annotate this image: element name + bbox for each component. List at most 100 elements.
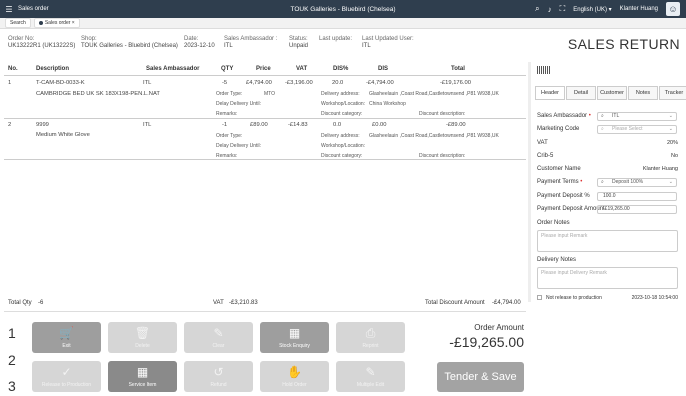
delay-label: Delay Delivery Until: (216, 101, 262, 107)
sales-amb-label: Sales Ambassador • (537, 113, 591, 119)
hand-icon: ✋ (287, 365, 302, 379)
row-divider (4, 159, 526, 160)
col-no: No. (8, 66, 18, 72)
row-no: 2 (8, 122, 12, 128)
row-code: T-CAM-BD-0033-K (36, 80, 85, 86)
vat-label: VAT (537, 140, 548, 146)
vat-total: -£3,210.83 (229, 300, 258, 306)
terms-select[interactable]: ⌕ Deposit 100% ⌄ (597, 178, 677, 187)
row-label-3: 3 (8, 378, 16, 394)
order-type-label: Order Type: (216, 91, 243, 97)
user-name[interactable]: Klanter Huang (620, 6, 658, 12)
row-price: £89.00 (250, 122, 268, 128)
delete-button[interactable]: 🗑 Delete (108, 322, 177, 353)
row-dis: £0.00 (372, 122, 387, 128)
terms-label: Payment Terms • (537, 179, 583, 185)
language-select[interactable]: English (UK) ▾ (573, 6, 611, 13)
shop: Shop: TOUK Galleries - Bluebird (Chelsea) (81, 36, 178, 49)
tab-tracker[interactable]: Tracker (659, 86, 686, 100)
release-to-production-button[interactable]: ✓ Release to Production (32, 361, 101, 392)
remarks-label: Remarks: (216, 111, 238, 117)
row-dis-pct[interactable]: 0.0 (333, 122, 341, 128)
search-icon[interactable]: ⌕ (535, 4, 539, 14)
app-title: Sales order (18, 6, 49, 12)
row-total: -£89.00 (446, 122, 466, 128)
customer-value: Klanter Huang (642, 166, 678, 172)
delivery-label: Delivery address: (321, 133, 360, 139)
order-notes-textarea[interactable]: Please input Remark (537, 230, 678, 252)
multiple-edit-button[interactable]: ✎ Multiple Edit (336, 361, 405, 392)
col-dis: DIS (378, 66, 389, 72)
row-vat: -£3,196.00 (285, 80, 313, 86)
row-qty[interactable]: -1 (222, 122, 227, 128)
deposit-pct-label: Payment Deposit % (537, 193, 590, 199)
search-icon: ⌕ (601, 179, 604, 185)
row-price: £4,794.00 (246, 80, 272, 86)
col-total: Total (451, 66, 465, 72)
totals-divider (4, 311, 526, 312)
hamburger-menu-icon[interactable]: ☰ (0, 5, 18, 14)
total-qty: -6 (38, 300, 44, 306)
tab-detail[interactable]: Detail (566, 86, 596, 100)
vat-value: 20% (666, 140, 678, 146)
delivery-notes-textarea[interactable]: Please input Delivery Remark (537, 267, 678, 289)
row-amb: ITL (143, 80, 152, 86)
order-type-label: Order Type: (216, 133, 243, 139)
discount-description-label: Discount description: (419, 111, 466, 117)
deposit-amt-label: Payment Deposit Amount (537, 206, 605, 212)
refund-button[interactable]: ↺ Refund (184, 361, 253, 392)
hold-order-button[interactable]: ✋ Hold Order (260, 361, 329, 392)
crib-label: Crib-5 (537, 153, 554, 159)
tab-customer[interactable]: Customer (597, 86, 627, 100)
refund-icon: ↺ (213, 365, 224, 379)
order-amount-label: Order Amount (474, 323, 524, 332)
reprint-button[interactable]: ⎙ Reprint (336, 322, 405, 353)
grid-icon: ▦ (288, 326, 301, 340)
avatar[interactable]: ☺ (666, 2, 680, 16)
exit-button[interactable]: 🛒 Exit (32, 322, 101, 353)
grid-icon: ▦ (136, 365, 149, 379)
marketing-select[interactable]: ⌕ Please Select ⌄ (597, 125, 677, 134)
tab-sales-order[interactable]: Sales order × (33, 18, 80, 28)
tender-save-button[interactable]: Tender & Save (437, 362, 524, 392)
table-scrollbar[interactable] (528, 62, 531, 302)
page-title: SALES RETURN (567, 36, 680, 52)
row-amb: ITL (143, 122, 152, 128)
fullscreen-icon[interactable]: ⛶ (560, 4, 566, 14)
printer-icon: ⎙ (365, 326, 376, 340)
marketing-label: Marketing Code (537, 126, 580, 132)
clear-button[interactable]: ✎ Clear (184, 322, 253, 353)
workshop-label: Workshop/Location: (321, 143, 366, 149)
col-vat: VAT (296, 66, 308, 72)
row-label-2: 2 (8, 352, 16, 368)
edit-icon: ✎ (365, 365, 376, 379)
tab-notes[interactable]: Notes (628, 86, 658, 100)
crib-value: No (670, 153, 678, 159)
chevron-down-icon: ⌄ (668, 113, 673, 119)
row-label-1: 1 (8, 325, 16, 341)
row-code: 9999 (36, 122, 49, 128)
header-divider (4, 75, 526, 76)
row-qty[interactable]: -5 (222, 80, 227, 86)
tab-search[interactable]: Search (5, 18, 31, 28)
workshop: China Workshop (369, 101, 406, 107)
col-description: Description (36, 66, 70, 72)
order-no: Order No: UK13222R1 (UK13222S) (8, 36, 76, 49)
delay-label: Delay Delivery Until: (216, 143, 262, 149)
last-updated-user: Last Updated User: ITL (362, 36, 414, 49)
bell-icon[interactable]: ♪ (548, 5, 552, 14)
service-item-button[interactable]: ▦ Service Item (108, 361, 177, 392)
stock-enquiry-button[interactable]: ▦ Stock Enquiry (260, 322, 329, 353)
total-discount-label: Total Discount Amount (425, 300, 485, 306)
not-release-checkbox[interactable] (537, 295, 542, 300)
ambassador: Sales Ambassador : ITL (224, 36, 278, 49)
deposit-amt-input[interactable]: -£19,265.00 (597, 205, 677, 214)
sales-amb-select[interactable]: ⌕ ITL ⌄ (597, 112, 677, 121)
row-dis-pct[interactable]: 20.0 (332, 80, 343, 86)
tab-header[interactable]: Header (535, 86, 565, 100)
top-bar: ☰ Sales order TOUK Galleries - Bluebird … (0, 0, 686, 18)
workshop-label: Workshop/Location: (321, 101, 366, 107)
deposit-pct-input[interactable]: 100.0 (597, 192, 677, 201)
right-panel-tabs: Header Detail Customer Notes Tracker (535, 86, 686, 100)
search-icon: ⌕ (601, 126, 604, 132)
